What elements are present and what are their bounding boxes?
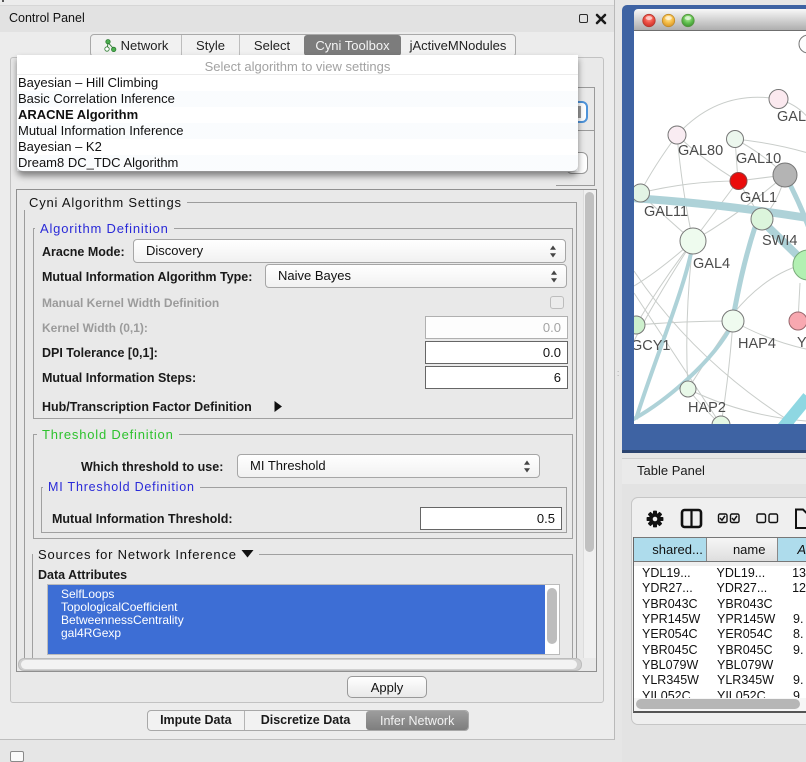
svg-text:Y: Y	[797, 335, 806, 351]
svg-text:GAL10: GAL10	[736, 151, 781, 167]
svg-text:GAL80: GAL80	[678, 143, 723, 159]
svg-text:GAL: GAL	[777, 109, 806, 125]
svg-text:HAP2: HAP2	[688, 400, 726, 416]
svg-text:GAL4: GAL4	[693, 256, 730, 272]
svg-text:HAP4: HAP4	[738, 336, 776, 352]
svg-text:GAL1: GAL1	[740, 190, 777, 206]
svg-text:GCY1: GCY1	[634, 338, 671, 354]
svg-text:SWI4: SWI4	[762, 233, 797, 249]
svg-text:GAL11: GAL11	[644, 204, 688, 220]
